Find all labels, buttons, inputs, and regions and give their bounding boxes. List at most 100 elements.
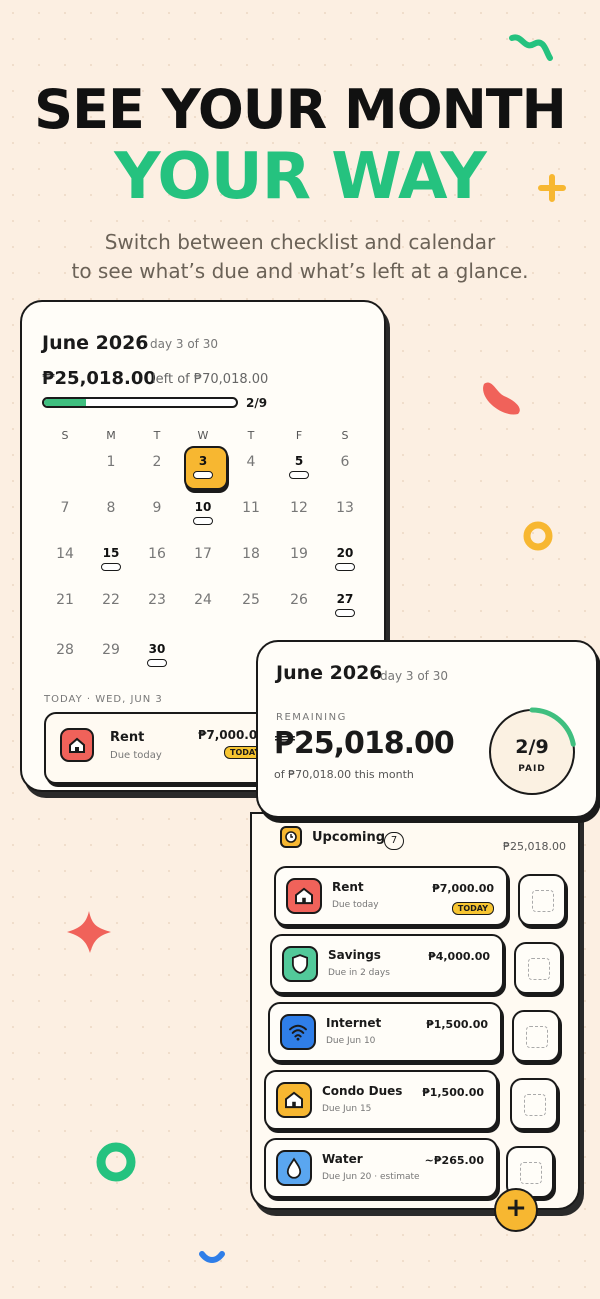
calendar-day[interactable]: 22 (96, 592, 126, 608)
calendar-day[interactable]: 9 (142, 500, 172, 516)
calendar-day-number: 16 (148, 546, 166, 562)
due-marker (193, 471, 213, 479)
due-marker (101, 563, 121, 571)
calendar-day[interactable]: 7 (50, 500, 80, 516)
calendar-day-number: 23 (148, 592, 166, 608)
calendar-day[interactable]: 25 (236, 592, 266, 608)
bill-row[interactable]: Rent Due today ₱7,000.00 TODAY (274, 866, 508, 926)
calendar-day[interactable]: 20 (330, 546, 360, 571)
calendar-day-number: 6 (340, 454, 350, 470)
upcoming-count-badge: 7 (384, 832, 404, 850)
calendar-day-number: 18 (242, 546, 260, 562)
bill-amount: ₱7,000.00 (432, 882, 494, 895)
calendar-day-number: 28 (56, 642, 74, 658)
due-marker (335, 609, 355, 617)
calendar-day[interactable]: 23 (142, 592, 172, 608)
calendar-day-number: 20 (336, 546, 354, 560)
weekday-header: S (61, 429, 69, 442)
bill-row[interactable]: Savings Due in 2 days ₱4,000.00 (270, 934, 504, 994)
calendar-day[interactable]: 28 (50, 642, 80, 658)
weekday-header: T (247, 429, 255, 442)
due-marker (193, 517, 213, 525)
mark-paid-checkbox[interactable] (510, 1078, 558, 1130)
weekday-header: M (106, 429, 116, 442)
calendar-day-number: 19 (290, 546, 308, 562)
calendar-day[interactable]: 10 (188, 500, 218, 525)
bill-due: Due Jun 15 (322, 1104, 372, 1114)
calendar-day[interactable]: 30 (142, 642, 172, 667)
calendar-day[interactable]: 12 (284, 500, 314, 516)
weekday-header: F (295, 429, 303, 442)
calendar-day[interactable]: 21 (50, 592, 80, 608)
calendar-progress-fill (44, 399, 87, 406)
calendar-day[interactable]: 17 (188, 546, 218, 562)
clock-icon (280, 826, 302, 848)
calendar-day-number: 14 (56, 546, 74, 562)
home-icon (286, 878, 322, 914)
today-bill-due: Due today (110, 750, 162, 761)
bill-amount: ₱1,500.00 (426, 1018, 488, 1031)
month-summary-card: June 2026 day 3 of 30 REMAINING ₱25,018.… (256, 640, 598, 818)
calendar-day[interactable]: 1 (96, 454, 126, 470)
calendar-day-number: 24 (194, 592, 212, 608)
calendar-day[interactable]: 15 (96, 546, 126, 571)
today-bill-amount: ₱7,000.0 (198, 728, 258, 742)
calendar-day[interactable]: 14 (50, 546, 80, 562)
calendar-day[interactable]: 5 (284, 454, 314, 479)
calendar-day-number: 15 (102, 546, 120, 560)
calendar-day[interactable]: 6 (330, 454, 360, 470)
blue-arc-decoration (199, 1251, 225, 1263)
calendar-day[interactable]: 11 (236, 500, 266, 516)
calendar-day-number: 26 (290, 592, 308, 608)
calendar-day[interactable]: 16 (142, 546, 172, 562)
calendar-day-number: 4 (246, 454, 256, 470)
remaining-of-total: of ₱70,018.00 this month (274, 768, 414, 781)
paid-count: 2/9 (515, 736, 549, 758)
hero-title: SEE YOUR MONTH (34, 78, 567, 141)
calendar-day-number: 9 (152, 500, 162, 516)
green-ring-decoration (96, 1142, 136, 1182)
bill-name: Condo Dues (322, 1084, 403, 1098)
calendar-day[interactable]: 18 (236, 546, 266, 562)
calendar-day-number: 25 (242, 592, 260, 608)
bill-row[interactable]: Condo Dues Due Jun 15 ₱1,500.00 (264, 1070, 498, 1130)
mark-paid-checkbox[interactable] (518, 874, 566, 926)
droplet-icon (276, 1150, 312, 1186)
bill-row[interactable]: Water Due Jun 20 · estimate ~₱265.00 (264, 1138, 498, 1198)
hero-subtitle-line1: Switch between checklist and calendar (104, 230, 496, 254)
bill-due: Due Jun 10 (326, 1036, 376, 1046)
calendar-day[interactable]: 3 (188, 454, 218, 479)
add-bill-button[interactable]: + (494, 1188, 538, 1232)
calendar-day[interactable]: 29 (96, 642, 126, 658)
bill-row[interactable]: Internet Due Jun 10 ₱1,500.00 (268, 1002, 502, 1062)
due-marker (335, 563, 355, 571)
calendar-left-of: left of ₱70,018.00 (152, 372, 269, 387)
bill-name: Internet (326, 1016, 382, 1030)
calendar-day[interactable]: 27 (330, 592, 360, 617)
red-star-decoration (67, 911, 111, 953)
calendar-day[interactable]: 19 (284, 546, 314, 562)
calendar-day[interactable]: 8 (96, 500, 126, 516)
calendar-day[interactable]: 24 (188, 592, 218, 608)
bill-amount: ~₱265.00 (424, 1154, 484, 1167)
paid-label: PAID (518, 764, 546, 774)
mark-paid-checkbox[interactable] (514, 942, 562, 994)
hero-subtitle-line2: to see what’s due and what’s left at a g… (71, 259, 529, 283)
calendar-day[interactable]: 26 (284, 592, 314, 608)
calendar-day-number: 29 (102, 642, 120, 658)
calendar-day[interactable]: 13 (330, 500, 360, 516)
bill-name: Water (322, 1152, 363, 1166)
today-bill-name: Rent (110, 730, 145, 745)
home-icon (276, 1082, 312, 1118)
mark-paid-checkbox[interactable] (512, 1010, 560, 1062)
calendar-day-progress: day 3 of 30 (150, 337, 218, 351)
green-squiggle-decoration (509, 34, 553, 61)
calendar-day-number: 12 (290, 500, 308, 516)
calendar-day-number: 10 (194, 500, 212, 514)
upcoming-label: Upcoming (312, 830, 386, 845)
calendar-day-number: 8 (106, 500, 116, 516)
calendar-day[interactable]: 2 (142, 454, 172, 470)
bill-name: Savings (328, 948, 381, 962)
calendar-day[interactable]: 4 (236, 454, 266, 470)
summary-month-title: June 2026 (276, 662, 383, 684)
